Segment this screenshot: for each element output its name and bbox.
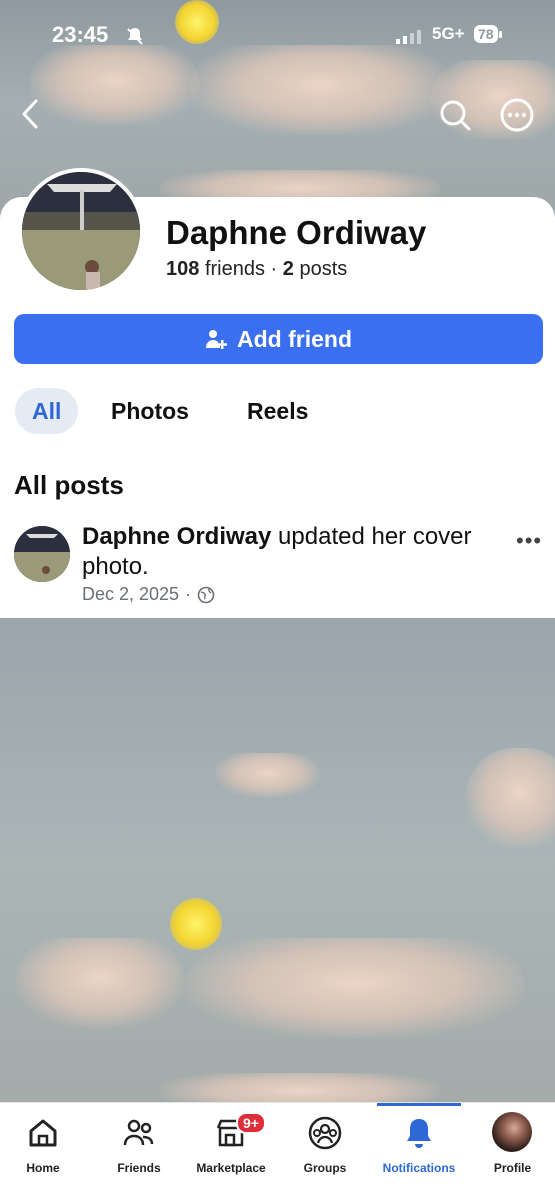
cloud-graphic xyxy=(465,748,555,848)
friends-label[interactable]: friends xyxy=(205,258,265,280)
friends-count[interactable]: 108 xyxy=(166,258,199,280)
post-author[interactable]: Daphne Ordiway xyxy=(82,523,271,550)
profile-avatar-icon[interactable] xyxy=(492,1112,532,1152)
post-header: Daphne Ordiway updated her cover photo. xyxy=(82,522,472,582)
cloud-graphic xyxy=(15,938,185,1028)
status-time: 23:45 xyxy=(52,22,109,47)
nav-label: Profile xyxy=(493,1161,532,1175)
chevron-left-icon xyxy=(22,99,38,129)
tab-photos[interactable]: Photos xyxy=(111,388,189,434)
status-bar: 23:45 5G+ 78 xyxy=(0,22,555,52)
add-friend-label: Add friend xyxy=(237,325,352,352)
nav-notifications[interactable]: Notifications xyxy=(376,1103,462,1201)
network-type: 5G+ xyxy=(432,24,465,43)
tab-all[interactable]: All xyxy=(15,388,79,434)
cloud-graphic xyxy=(190,45,450,135)
cloud-graphic xyxy=(215,753,320,798)
avatar-photo xyxy=(22,172,140,290)
search-icon xyxy=(440,100,471,131)
meta-separator: · xyxy=(185,584,192,604)
more-circle-icon xyxy=(500,98,534,132)
cloud-graphic xyxy=(160,1073,440,1102)
groups-icon xyxy=(308,1116,342,1150)
post-photo[interactable] xyxy=(0,618,555,1102)
bottom-nav: Home Friends Marketplace Groups Notifica… xyxy=(0,1102,555,1201)
search-button[interactable] xyxy=(438,98,472,137)
profile-avatar[interactable] xyxy=(18,168,144,294)
battery-indicator: 78 xyxy=(474,25,502,43)
nav-label: Groups xyxy=(303,1161,347,1175)
more-options-button[interactable] xyxy=(500,98,534,137)
nav-label: Home xyxy=(26,1161,60,1175)
posts-count: 2 xyxy=(282,258,294,280)
stats-separator: · xyxy=(270,258,278,280)
add-friend-button[interactable]: Add friend xyxy=(14,314,543,364)
notification-badge: 9+ xyxy=(236,1112,266,1134)
post-date[interactable]: Dec 2, 2025 xyxy=(82,584,179,605)
globe-icon xyxy=(197,586,215,603)
bell-icon xyxy=(407,1119,431,1148)
section-title: All posts xyxy=(14,470,124,500)
avatar-photo xyxy=(14,526,70,582)
posts-label: posts xyxy=(299,258,348,280)
nav-label: Notifications xyxy=(382,1161,456,1175)
post-more-button[interactable]: ••• xyxy=(516,528,542,554)
nav-groups[interactable]: Groups xyxy=(282,1103,368,1201)
post-author-avatar[interactable] xyxy=(14,526,70,582)
profile-stats: 108 friends · 2 posts xyxy=(166,258,347,281)
add-person-icon xyxy=(206,330,227,349)
nav-friends[interactable]: Friends xyxy=(96,1103,182,1201)
nav-label: Marketplace xyxy=(196,1161,266,1175)
home-icon xyxy=(29,1119,57,1147)
nav-label: Friends xyxy=(117,1161,161,1175)
post-meta: Dec 2, 2025 · xyxy=(82,584,215,605)
bell-muted-icon xyxy=(125,26,145,51)
friends-icon xyxy=(123,1119,154,1146)
cloud-graphic xyxy=(185,938,525,1038)
signal-icon xyxy=(396,30,424,49)
back-button[interactable] xyxy=(20,98,42,135)
nav-home[interactable]: Home xyxy=(0,1103,86,1201)
cloud-graphic xyxy=(30,45,200,125)
profile-name: Daphne Ordiway xyxy=(166,214,427,251)
tab-reels[interactable]: Reels xyxy=(247,388,308,434)
